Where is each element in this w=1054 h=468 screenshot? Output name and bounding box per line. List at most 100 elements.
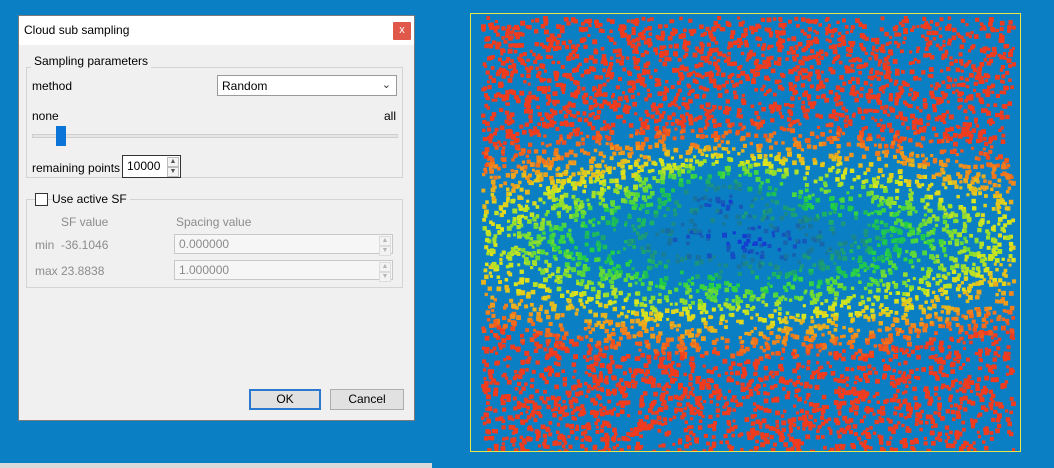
cloud-point [580,271,585,276]
cloud-point [812,263,817,267]
spin-down-icon[interactable]: ▼ [167,167,179,177]
cloud-point [930,182,934,187]
point-cloud-render[interactable] [471,14,1021,452]
cloud-point [510,344,515,350]
cloud-point [481,27,486,32]
cloud-point [780,115,784,119]
cloud-point [880,127,885,133]
ok-button[interactable]: OK [249,389,321,410]
cloud-point [627,414,631,418]
cloud-point [792,316,796,320]
spin-down-icon[interactable]: ▼ [379,272,391,282]
cloud-point [750,69,755,74]
remaining-points-input[interactable]: 10000 ▲ ▼ [122,155,181,178]
close-icon[interactable]: x [393,22,411,40]
cloud-point [806,329,811,334]
cloud-point [689,158,693,163]
cloud-point [730,254,736,260]
cloud-point [603,378,609,384]
cloud-point [978,353,982,358]
cloud-point [535,66,539,71]
cloud-point [731,299,736,303]
cloud-point [998,278,1003,283]
cloud-point [777,335,782,340]
cloud-point [760,250,765,255]
cloud-point [800,157,805,161]
cloud-point [792,253,796,257]
spin-up-icon[interactable]: ▲ [379,236,391,246]
cloud-point [916,334,920,338]
cloud-point [574,48,578,52]
cloud-point [714,137,719,143]
max-spacing-input[interactable]: 1.000000 ▲ ▼ [174,260,393,282]
cloud-point [517,374,523,380]
cloud-point [857,348,863,354]
cloud-point [954,213,959,218]
cloud-point [925,314,931,320]
cloud-point [913,57,917,62]
point-cloud-viewport[interactable] [470,13,1021,452]
cloud-point [928,140,933,144]
cloud-point [599,379,603,383]
cloud-point [732,61,737,66]
cloud-point [619,31,624,35]
method-select[interactable]: Random ⌄ [217,75,397,96]
cloud-point [513,233,517,237]
cloud-point [679,257,685,262]
min-spacing-input[interactable]: 0.000000 ▲ ▼ [174,234,393,256]
spin-up-icon[interactable]: ▲ [379,262,391,272]
cloud-point [892,201,897,205]
cloud-point [701,386,706,390]
cloud-point [897,170,902,175]
cloud-point [715,208,720,213]
min-spacing-stepper[interactable]: ▲ ▼ [379,236,391,256]
cloud-point [657,298,662,304]
cloud-point [865,239,869,244]
cloud-point [709,315,714,319]
cloud-point [504,110,510,115]
sampling-slider-track[interactable] [32,134,398,138]
cloud-point [521,160,526,164]
cloud-point [686,241,690,246]
use-active-sf-checkbox[interactable] [35,193,48,206]
max-spacing-stepper[interactable]: ▲ ▼ [379,262,391,282]
cloud-point [715,351,720,356]
cloud-point [562,105,568,111]
cloud-point [797,388,801,392]
cloud-point [789,104,793,108]
cloud-point [930,419,935,424]
cloud-point [672,442,676,446]
cloud-point [804,197,809,202]
cloud-point [863,375,869,380]
cancel-button[interactable]: Cancel [330,389,404,410]
cloud-point [701,336,706,341]
cloud-point [794,169,799,174]
cloud-point [662,147,667,152]
cloud-point [984,347,988,351]
cloud-point [499,184,503,188]
cloud-point [779,255,784,260]
cloud-point [785,311,790,315]
cloud-point [779,216,785,221]
cloud-point [641,123,646,128]
cloud-point [991,207,996,211]
cloud-point [670,85,675,90]
dialog-titlebar[interactable]: Cloud sub sampling x [19,16,414,45]
cloud-point [555,82,560,87]
cloud-point [769,223,774,228]
sampling-slider-thumb[interactable] [56,126,67,146]
remaining-points-stepper[interactable]: ▲ ▼ [167,157,179,177]
cloud-point [888,106,893,111]
cloud-point [951,83,956,88]
cloud-point [972,272,976,277]
spin-up-icon[interactable]: ▲ [167,157,179,167]
cloud-point [833,303,837,307]
cloud-point [611,95,615,99]
chevron-down-icon: ⌄ [381,79,391,91]
cloud-point [489,169,494,174]
cloud-point [663,214,667,218]
cloud-point [878,329,882,333]
cloud-point [878,312,883,317]
use-active-sf-label[interactable]: Use active SF [52,192,130,206]
spin-down-icon[interactable]: ▼ [379,246,391,256]
